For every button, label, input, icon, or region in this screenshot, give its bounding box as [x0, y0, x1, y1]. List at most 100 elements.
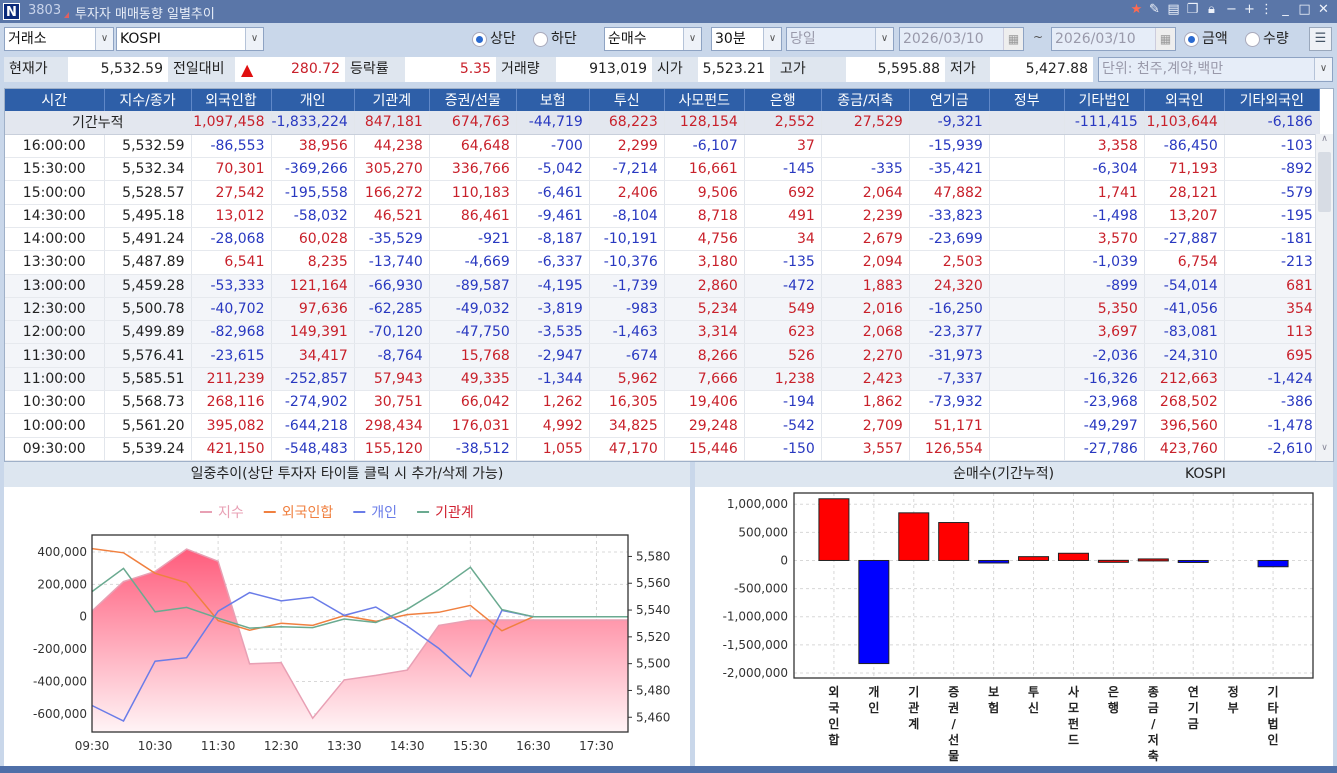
value-cell: 3,697: [1064, 320, 1145, 345]
value-cell: 5,350: [1064, 297, 1145, 322]
value-cell: 37: [744, 134, 822, 159]
pin-icon[interactable]: ✎: [1147, 2, 1162, 17]
column-header[interactable]: 외국인: [1144, 89, 1225, 111]
value-cell: 423,760: [1144, 437, 1225, 461]
column-header[interactable]: 기타외국인: [1224, 89, 1320, 111]
chevron-down-icon[interactable]: ∨: [763, 28, 781, 50]
date-from-input[interactable]: 2026/03/10 ▦: [899, 27, 1024, 51]
value-cell: 2,016: [821, 297, 910, 322]
value-cell: -15,939: [909, 134, 990, 159]
index-area: [92, 549, 628, 732]
value-cell: -86,450: [1144, 134, 1225, 159]
date-to-input[interactable]: 2026/03/10 ▦: [1051, 27, 1176, 51]
value-cell: 71,193: [1144, 157, 1225, 182]
column-header[interactable]: 종금/저축: [821, 89, 910, 111]
summary-cell: -9,321: [909, 111, 990, 135]
minimize-icon[interactable]: _: [1278, 2, 1293, 17]
value-cell: -35,421: [909, 157, 990, 182]
summary-cell: 1,103,644: [1144, 111, 1225, 135]
scroll-thumb[interactable]: [1318, 152, 1331, 212]
value-cell: 2,709: [821, 413, 910, 438]
left-tick-label: 200,000: [37, 577, 87, 591]
left-tick-label: 0: [79, 610, 87, 624]
vertical-scrollbar[interactable]: ∧ ∨: [1315, 134, 1333, 461]
plus-icon[interactable]: +: [1242, 2, 1257, 17]
value-cell: -150: [744, 437, 822, 461]
star-icon[interactable]: ★: [1129, 2, 1144, 17]
value-cell: [989, 390, 1065, 415]
cumulative-chart-panel: 순매수(기간누적) KOSPI: [695, 462, 1333, 766]
value-cell: 623: [744, 320, 822, 345]
left-tick-label: -200,000: [33, 642, 87, 656]
chevron-down-icon[interactable]: ∨: [1314, 58, 1332, 80]
value-cell: 1,741: [1064, 180, 1145, 205]
radio-amount-label: 금액: [1202, 31, 1228, 47]
cumulative-chart-header: 순매수(기간누적) KOSPI: [695, 462, 1333, 487]
value-cell: -135: [744, 250, 822, 275]
column-header[interactable]: 기타법인: [1064, 89, 1145, 111]
date-to-value: 2026/03/10: [1055, 31, 1136, 47]
value-cell: -213: [1224, 250, 1320, 275]
value-cell: 6,754: [1144, 250, 1225, 275]
value-cell: -23,699: [909, 227, 990, 252]
x-tick-label: 17:30: [579, 739, 614, 753]
value-cell: 2,064: [821, 180, 910, 205]
value-cell: [989, 227, 1065, 252]
value-cell: -23,968: [1064, 390, 1145, 415]
value-cell: -335: [821, 157, 910, 182]
minus-icon[interactable]: −: [1224, 2, 1239, 17]
value-cell: -2,036: [1064, 343, 1145, 368]
interval-select[interactable]: 30분 ∨: [711, 27, 782, 51]
value-cell: 549: [744, 297, 822, 322]
close-icon[interactable]: ✕: [1316, 2, 1331, 17]
left-tick-label: 400,000: [37, 545, 87, 559]
legend-label: 개인: [371, 505, 397, 521]
value-cell: 396,560: [1144, 413, 1225, 438]
value-cell: [989, 274, 1065, 298]
unit-select[interactable]: 단위: 천주,계약,백만 ∨: [1098, 57, 1333, 82]
value-cell: -194: [744, 390, 822, 415]
more-icon[interactable]: ⋮: [1259, 2, 1274, 17]
value-cell: -899: [1064, 274, 1145, 298]
value-cell: 268,502: [1144, 390, 1225, 415]
search-list-icon[interactable]: ☰: [1309, 27, 1332, 51]
date-from-value: 2026/03/10: [903, 31, 984, 47]
value-cell: -83,081: [1144, 320, 1225, 345]
lock-icon[interactable]: 🔒︎: [1204, 2, 1219, 17]
radio-quantity-label: 수량: [1263, 31, 1289, 47]
window-icon[interactable]: ❐: [1185, 2, 1200, 17]
scroll-down-icon[interactable]: ∨: [1316, 443, 1333, 461]
maximize-icon[interactable]: □: [1297, 2, 1312, 17]
value-cell: 113: [1224, 320, 1320, 345]
summary-cell: 27,529: [821, 111, 910, 135]
value-cell: -145: [744, 157, 822, 182]
value-cell: 2,068: [821, 320, 910, 345]
radio-amount[interactable]: 금액: [1184, 28, 1228, 50]
column-header[interactable]: 정부: [989, 89, 1065, 111]
legend-label: 기관계: [435, 505, 474, 521]
chevron-down-icon[interactable]: ∨: [875, 28, 893, 50]
x-tick-label: 13:30: [327, 739, 362, 753]
period-select[interactable]: 당일 ∨: [786, 27, 894, 51]
column-header[interactable]: 연기금: [909, 89, 990, 111]
value-cell: -7,337: [909, 367, 990, 392]
calendar-icon[interactable]: ▦: [1155, 28, 1175, 50]
calendar-icon[interactable]: ▦: [1003, 28, 1023, 50]
value-cell: 47,882: [909, 180, 990, 205]
value-cell: [989, 180, 1065, 205]
x-tick-label: 16:30: [516, 739, 551, 753]
legend-label: 외국인합: [282, 505, 334, 521]
radio-quantity[interactable]: 수량: [1245, 28, 1289, 50]
value-cell: -24,310: [1144, 343, 1225, 368]
value-cell: [821, 134, 910, 159]
value-cell: 212,663: [1144, 367, 1225, 392]
column-header[interactable]: 은행: [744, 89, 822, 111]
legend-label: 지수: [218, 505, 244, 521]
summary-cell: -111,415: [1064, 111, 1145, 135]
value-cell: -49,297: [1064, 413, 1145, 438]
value-cell: 1,862: [821, 390, 910, 415]
value-cell: [989, 250, 1065, 275]
scroll-up-icon[interactable]: ∧: [1316, 134, 1333, 152]
save-icon[interactable]: ▤: [1166, 2, 1181, 17]
value-cell: -54,014: [1144, 274, 1225, 298]
